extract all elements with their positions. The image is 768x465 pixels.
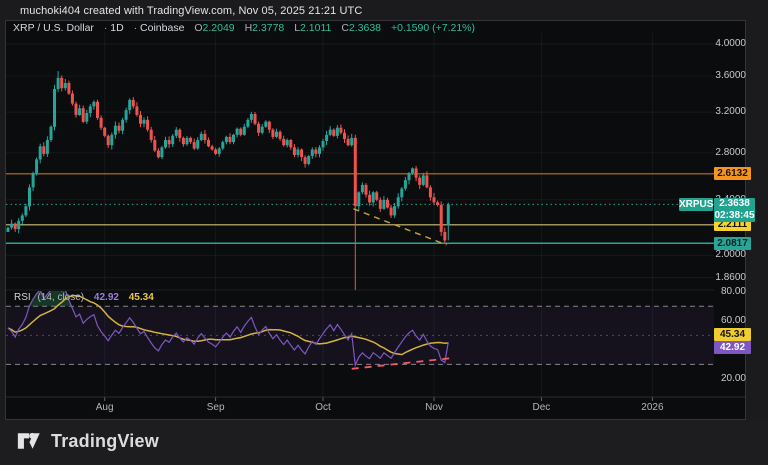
chart-canvas[interactable] <box>0 0 768 465</box>
bar-countdown: 02:38:45 <box>714 210 755 222</box>
open-key: O <box>194 22 202 34</box>
bottom-strip: TradingView <box>0 420 768 465</box>
price-axis-label: 1.8600 <box>706 272 746 284</box>
price-axis-label: 3.6000 <box>706 70 746 82</box>
exchange-label: Coinbase <box>140 22 184 34</box>
price-axis-label: 2.0000 <box>706 249 746 261</box>
time-axis-label: Dec <box>519 402 563 413</box>
price-axis-label: 3.2000 <box>706 106 746 118</box>
interval-label: 1D <box>110 22 123 34</box>
time-axis-label: Nov <box>412 402 456 413</box>
open-value: 2.2049 <box>203 22 235 34</box>
tradingview-logo-text: TradingView <box>51 431 159 452</box>
current-price-badge: 2.363802:38:45 <box>714 198 755 222</box>
rsi-title: RSI <box>14 292 31 303</box>
rsi-axis-label: 80.00 <box>706 286 746 298</box>
time-axis-label: Oct <box>301 402 345 413</box>
tradingview-snapshot: muchoki404 created with TradingView.com,… <box>0 0 768 465</box>
change-value: +0.1590 (+7.21%) <box>391 22 475 34</box>
rsi-legend[interactable]: RSI (14, close) 42.92 45.34 <box>14 292 154 304</box>
attribution-bar: muchoki404 created with TradingView.com,… <box>20 3 362 19</box>
separator: · <box>104 22 108 34</box>
time-axis-label: Sep <box>194 402 238 413</box>
symbol-header[interactable]: XRP / U.S. Dollar · 1D · Coinbase O2.204… <box>13 22 475 35</box>
tradingview-logo[interactable]: TradingView <box>17 429 159 453</box>
time-axis-label: Aug <box>83 402 127 413</box>
rsi-params: (14, close) <box>37 292 84 303</box>
rsi-ma-badge: 45.34 <box>714 328 751 341</box>
current-price-value: 2.3638 <box>714 198 755 210</box>
rsi-axis-label: 60.00 <box>706 315 746 327</box>
tradingview-logo-icon <box>17 429 43 453</box>
price-axis-label: 2.8000 <box>706 147 746 159</box>
close-value: 2.3638 <box>349 22 381 34</box>
rsi-value: 42.92 <box>94 292 119 303</box>
price-line-badge: 2.0817 <box>714 237 751 250</box>
price-line-badge: 2.6132 <box>714 167 751 180</box>
high-value: 2.3778 <box>252 22 284 34</box>
low-value: 2.1011 <box>300 22 331 34</box>
rsi-value-badge: 42.92 <box>714 341 751 354</box>
symbol-price-chip: XRPUSD <box>679 198 713 211</box>
rsi-ma-value: 45.34 <box>129 292 154 303</box>
symbol-title: XRP / U.S. Dollar <box>13 22 94 34</box>
rsi-axis-label: 20.00 <box>706 373 746 385</box>
price-axis-label: 4.0000 <box>706 38 746 50</box>
time-axis-label: 2026 <box>630 402 674 413</box>
close-key: C <box>341 22 349 34</box>
separator: · <box>134 22 138 34</box>
